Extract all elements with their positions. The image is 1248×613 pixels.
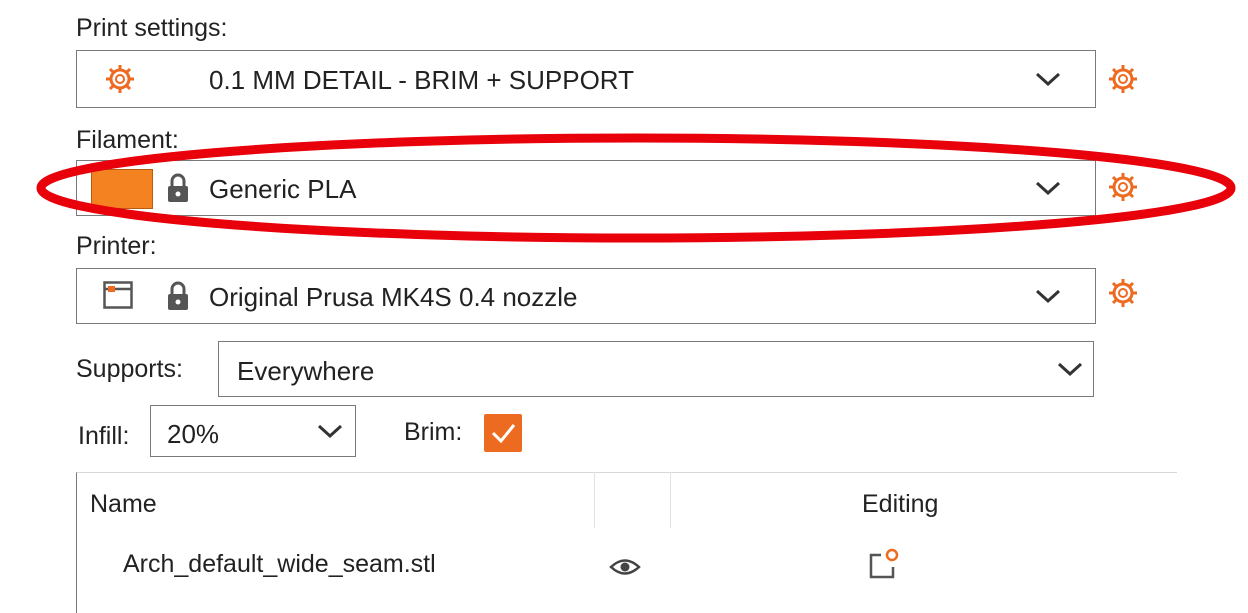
printer-label: Printer:	[76, 232, 157, 260]
printer-value: Original Prusa MK4S 0.4 nozzle	[209, 282, 578, 312]
infill-value: 20%	[167, 419, 220, 449]
chevron-down-icon	[1057, 362, 1083, 377]
lock-icon	[168, 281, 188, 310]
print-settings-combo[interactable]: 0.1 MM DETAIL - BRIM + SUPPORT	[76, 50, 1096, 108]
column-separator	[594, 472, 595, 528]
infill-label: Infill:	[78, 422, 130, 450]
column-header-editing[interactable]: Editing	[862, 490, 938, 519]
printer-combo[interactable]: Original Prusa MK4S 0.4 nozzle	[76, 268, 1096, 324]
supports-label: Supports:	[76, 355, 184, 383]
gear-icon	[106, 65, 134, 93]
filament-color-swatch	[91, 169, 153, 209]
chevron-down-icon	[1035, 72, 1061, 87]
chevron-down-icon	[1035, 181, 1061, 196]
table-row[interactable]: Arch_default_wide_seam.stl	[77, 532, 1175, 592]
print-settings-edit-gear-icon[interactable]	[1108, 64, 1138, 94]
filament-edit-gear-icon[interactable]	[1108, 172, 1138, 202]
column-separator	[670, 472, 671, 528]
filament-value: Generic PLA	[209, 174, 357, 204]
infill-combo[interactable]: 20%	[150, 405, 356, 457]
object-name: Arch_default_wide_seam.stl	[123, 550, 436, 578]
brim-label: Brim:	[404, 418, 463, 446]
supports-combo[interactable]: Everywhere	[218, 341, 1094, 397]
print-settings-value: 0.1 MM DETAIL - BRIM + SUPPORT	[209, 65, 634, 95]
eye-icon[interactable]	[609, 556, 641, 578]
print-settings-label: Print settings:	[76, 14, 228, 42]
chevron-down-icon	[317, 424, 343, 439]
printer-icon	[103, 281, 133, 309]
filament-label: Filament:	[76, 126, 179, 154]
chevron-down-icon	[1035, 289, 1061, 304]
checkmark-icon	[491, 424, 516, 444]
brim-checkbox[interactable]	[484, 414, 522, 452]
printer-edit-gear-icon[interactable]	[1108, 278, 1138, 308]
edit-settings-icon[interactable]	[867, 546, 901, 580]
column-header-name[interactable]: Name	[90, 490, 157, 519]
lock-icon	[168, 173, 188, 202]
filament-combo[interactable]: Generic PLA	[76, 160, 1096, 216]
supports-value: Everywhere	[237, 356, 375, 386]
